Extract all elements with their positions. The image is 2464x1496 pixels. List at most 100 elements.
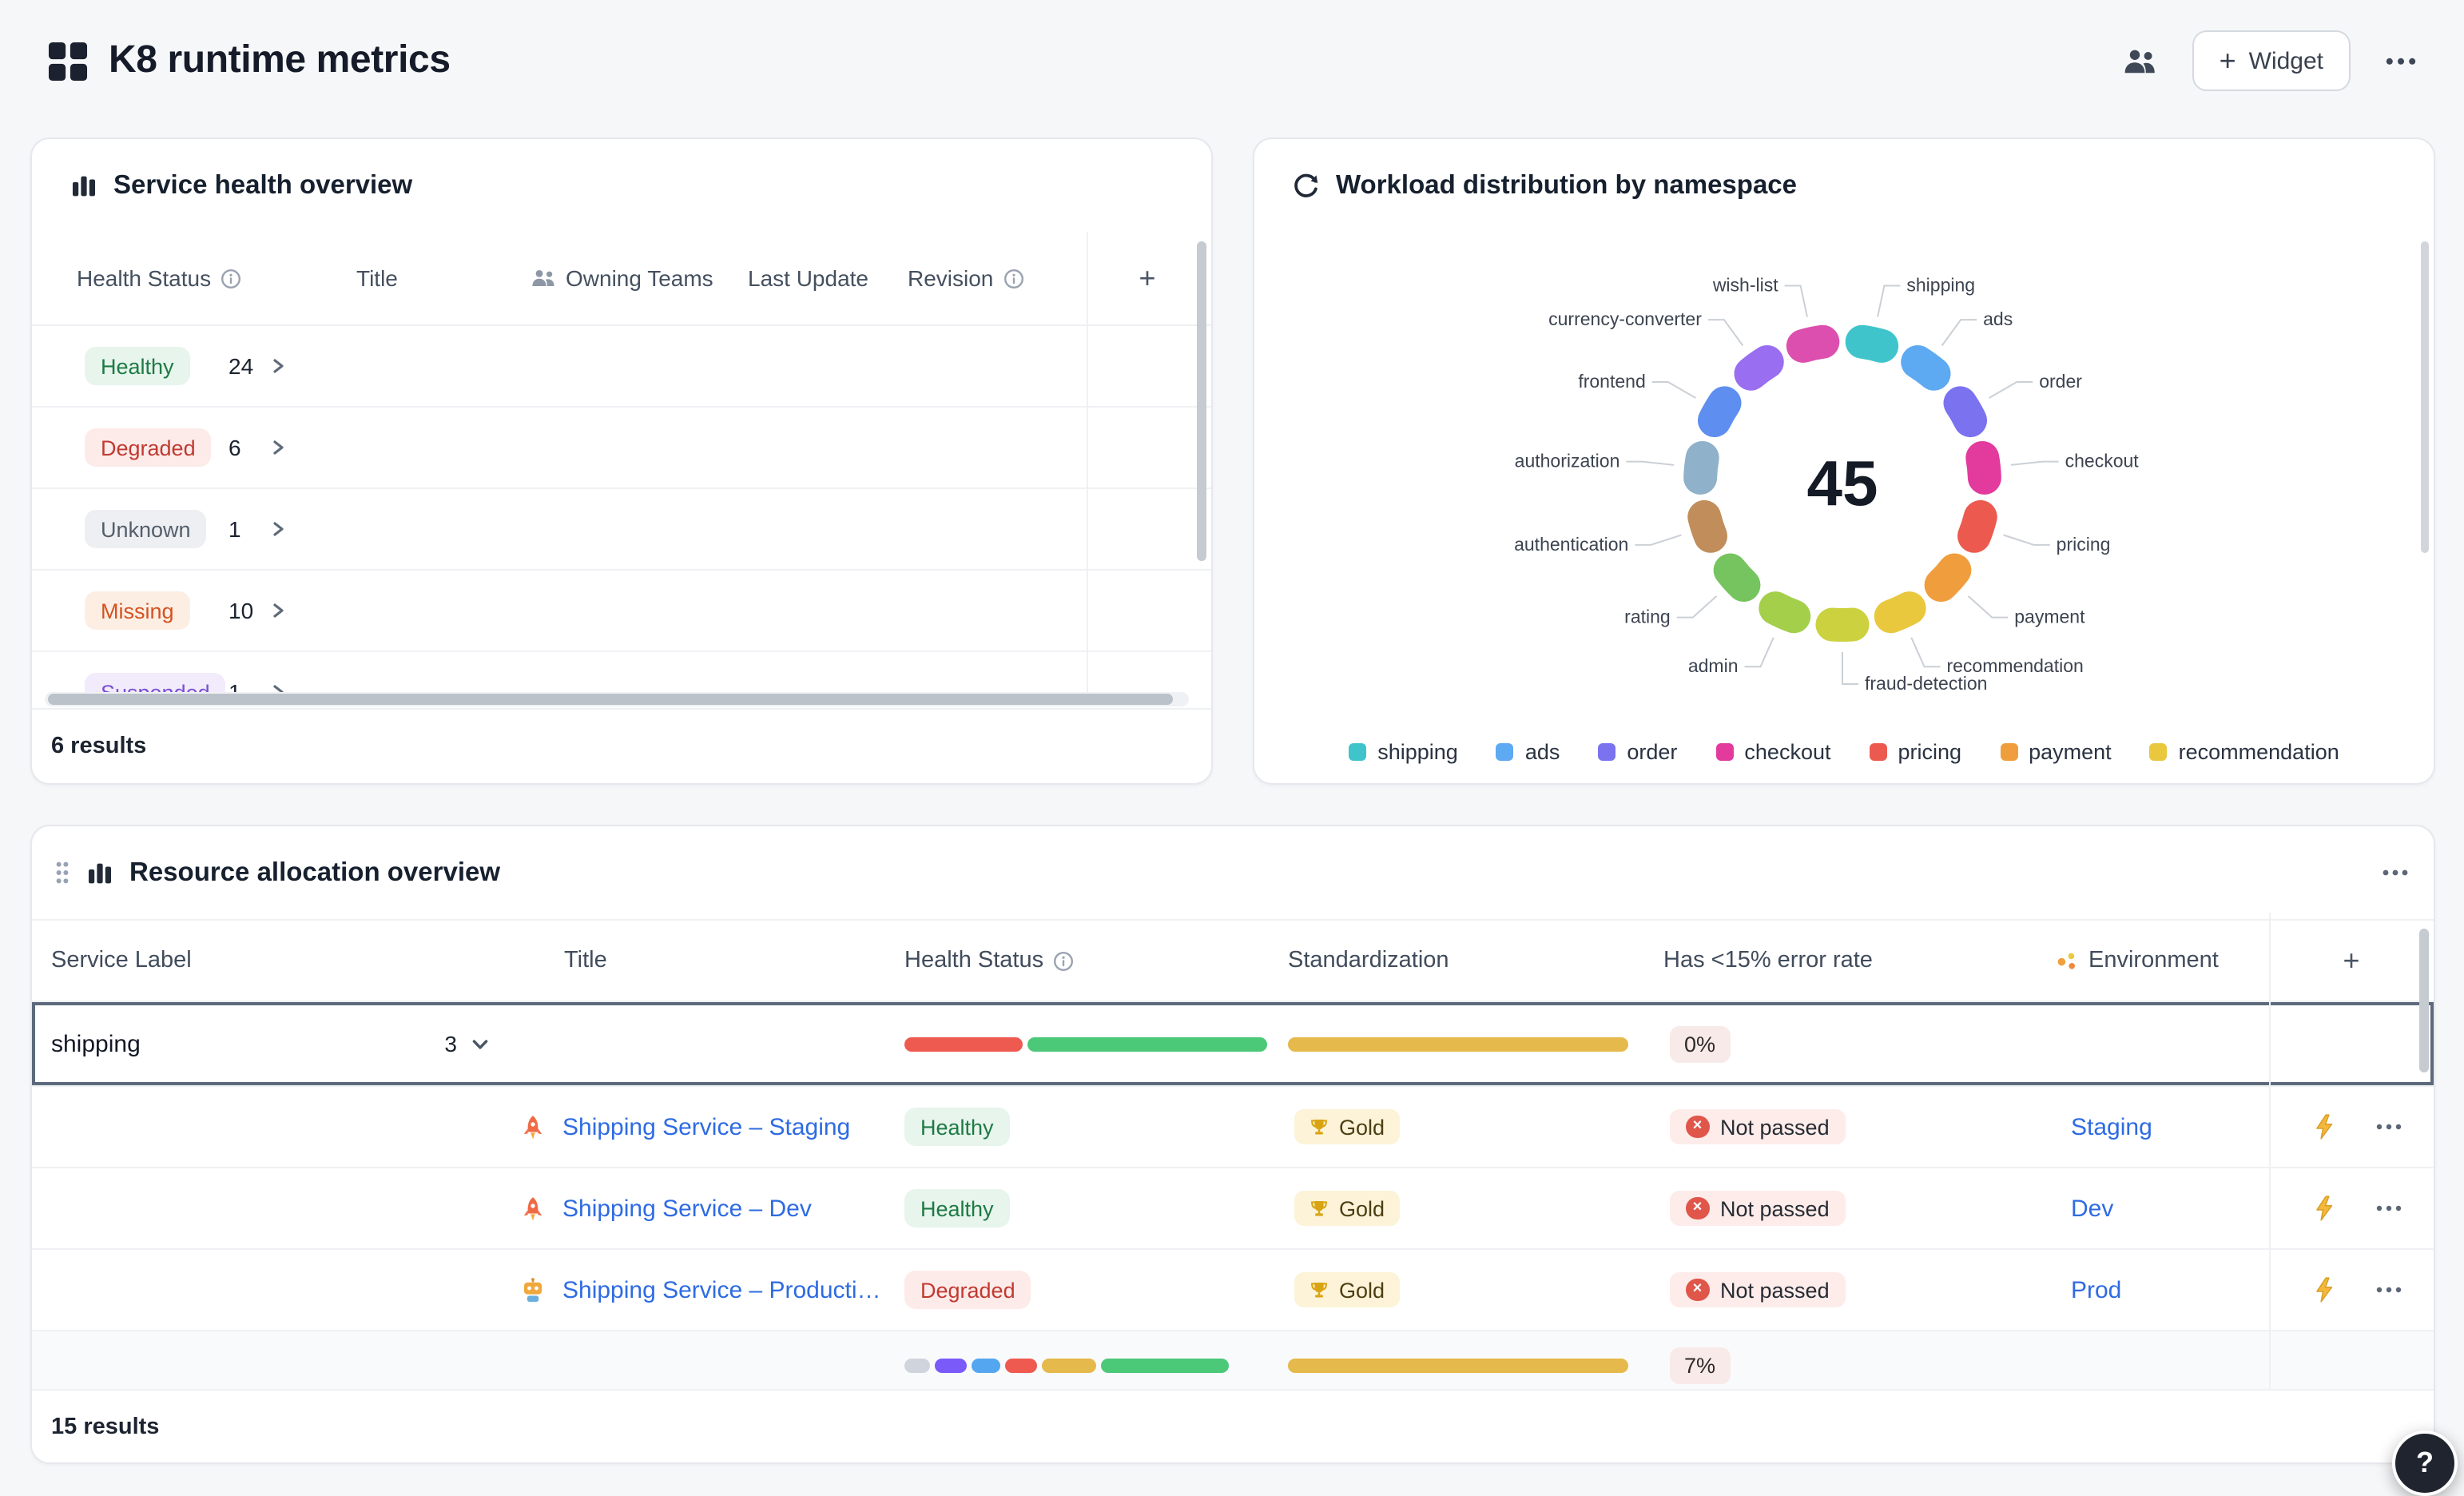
donut-label-rating: rating [1624,607,1671,627]
add-widget-button[interactable]: + Widget [2192,30,2351,91]
donut-segment-frontend[interactable] [1715,403,1725,420]
trophy-icon [1309,1279,1329,1300]
legend-item-payment[interactable]: payment [2000,740,2112,764]
environment-link[interactable]: Dev [2055,1195,2113,1222]
donut-center-value: 45 [1807,448,1878,519]
bar-segment [904,1036,1023,1051]
donut-label-authorization: authorization [1515,451,1620,471]
donut-segment-order[interactable] [1960,403,1970,420]
page-menu-button[interactable] [2386,57,2416,65]
legend-label: checkout [1744,740,1830,764]
legend-item-pricing[interactable]: pricing [1870,740,1962,764]
column-header-environment[interactable]: Environment [2088,948,2219,973]
column-header-health-status[interactable]: Health Status [904,948,1043,973]
scrollbar-thumb[interactable] [48,694,1173,705]
share-users-button[interactable] [2122,47,2157,74]
status-count: 10 [229,598,253,623]
vertical-scrollbar[interactable] [1197,241,1206,561]
lightning-icon[interactable] [2314,1277,2335,1303]
chevron-down-icon[interactable] [470,1033,491,1054]
legend-item-recommendation[interactable]: recommendation [2150,740,2339,764]
donut-segment-payment[interactable] [1941,570,1955,585]
page-title: K8 runtime metrics [109,38,451,83]
horizontal-scrollbar[interactable] [45,692,1189,706]
column-header-revision[interactable]: Revision [908,265,993,291]
legend-item-order[interactable]: order [1598,740,1677,764]
kebab-menu-icon[interactable] [2376,1124,2402,1130]
add-column-button[interactable]: + [2269,944,2434,977]
vertical-scrollbar[interactable] [2419,929,2429,1072]
vertical-scrollbar[interactable] [2421,241,2429,553]
lightning-icon[interactable] [2314,1114,2335,1140]
legend-item-checkout[interactable]: checkout [1715,740,1830,764]
table-row[interactable]: Healthy 24 [32,326,1211,408]
column-header-error-rate[interactable]: Has <15% error rate [1663,948,1873,973]
legend-item-ads[interactable]: ads [1496,740,1560,764]
kebab-menu-icon[interactable] [2376,1287,2402,1293]
environment-link[interactable]: Staging [2055,1113,2152,1140]
donut-leader-line [1911,638,1940,667]
service-title-link[interactable]: Shipping Service – Dev [562,1195,812,1222]
column-header-last-update[interactable]: Last Update [748,265,868,291]
donut-segment-checkout[interactable] [1982,458,1985,478]
kebab-menu-icon [2386,57,2416,65]
donut-leader-line [1708,320,1743,345]
drag-handle-icon[interactable] [54,860,70,885]
error-rate-badge: 7% [1670,1347,1730,1384]
donut-segment-admin[interactable] [1775,608,1794,616]
donut-segment-wish-list[interactable] [1803,342,1823,346]
dashboard-page: K8 runtime metrics + Widget [0,0,2464,1480]
error-rate-badge: × Not passed [1670,1272,1846,1307]
help-button[interactable]: ? [2392,1430,2458,1496]
environment-link[interactable]: Prod [2055,1276,2121,1303]
add-column-button[interactable]: + [1083,261,1211,295]
info-icon[interactable] [221,268,241,288]
donut-segment-ads[interactable] [1918,362,1933,374]
donut-segment-currency-converter[interactable] [1751,362,1767,374]
table-row[interactable]: Unknown 1 [32,489,1211,571]
service-title-link[interactable]: Shipping Service – Staging [562,1113,850,1140]
column-header-owning-teams[interactable]: Owning Teams [566,265,713,291]
info-icon[interactable] [1053,950,1074,971]
bar-segment [972,1359,1000,1373]
chevron-right-icon[interactable] [268,519,288,539]
widget-title: Workload distribution by namespace [1336,170,1797,201]
donut-segment-authentication[interactable] [1704,517,1711,536]
table-row[interactable]: Shipping Service – Staging Healthy Gold … [32,1087,2434,1168]
legend-swatch [1870,743,1887,761]
table-row[interactable]: Shipping Service – Producti… Degraded Go… [32,1250,2434,1331]
donut-segment-recommendation[interactable] [1891,608,1910,616]
bar-segment [935,1359,967,1373]
donut-leader-line [2004,535,2050,545]
donut-segment-rating[interactable] [1731,570,1744,585]
kebab-menu-icon[interactable] [2376,1205,2402,1212]
donut-label-payment: payment [2014,607,2085,627]
column-header-service-label[interactable]: Service Label [51,948,192,973]
chevron-right-icon[interactable] [268,438,288,457]
service-title-link[interactable]: Shipping Service – Producti… [562,1276,881,1303]
info-icon[interactable] [1003,268,1023,288]
app-header: K8 runtime metrics + Widget [0,0,2464,137]
column-header-standardization[interactable]: Standardization [1288,948,1449,973]
x-circle-icon: × [1686,1279,1709,1302]
chevron-right-icon[interactable] [268,356,288,376]
lightning-icon[interactable] [2314,1196,2335,1221]
donut-segment-pricing[interactable] [1974,517,1981,536]
column-header-title[interactable]: Title [564,948,607,973]
legend-item-shipping[interactable]: shipping [1349,740,1458,764]
chevron-right-icon[interactable] [268,601,288,620]
donut-segment-shipping[interactable] [1862,342,1882,346]
table-row[interactable]: Missing 10 [32,571,1211,652]
donut-label-shipping: shipping [1906,275,1975,296]
group-row-shipping[interactable]: shipping 3 0% [32,1002,2434,1087]
donut-leader-line [1635,535,1681,545]
column-header-health-status[interactable]: Health Status [77,265,211,291]
donut-segment-authorization[interactable] [1700,458,1703,478]
column-header-title[interactable]: Title [356,265,398,291]
kebab-menu-icon[interactable] [2383,869,2408,876]
table-row[interactable]: Shipping Service – Dev Healthy Gold × No… [32,1168,2434,1250]
table-row[interactable]: Degraded 6 [32,408,1211,489]
legend-swatch [1715,743,1733,761]
donut-leader-line [1942,320,1977,345]
error-rate-badge: × Not passed [1670,1109,1846,1144]
